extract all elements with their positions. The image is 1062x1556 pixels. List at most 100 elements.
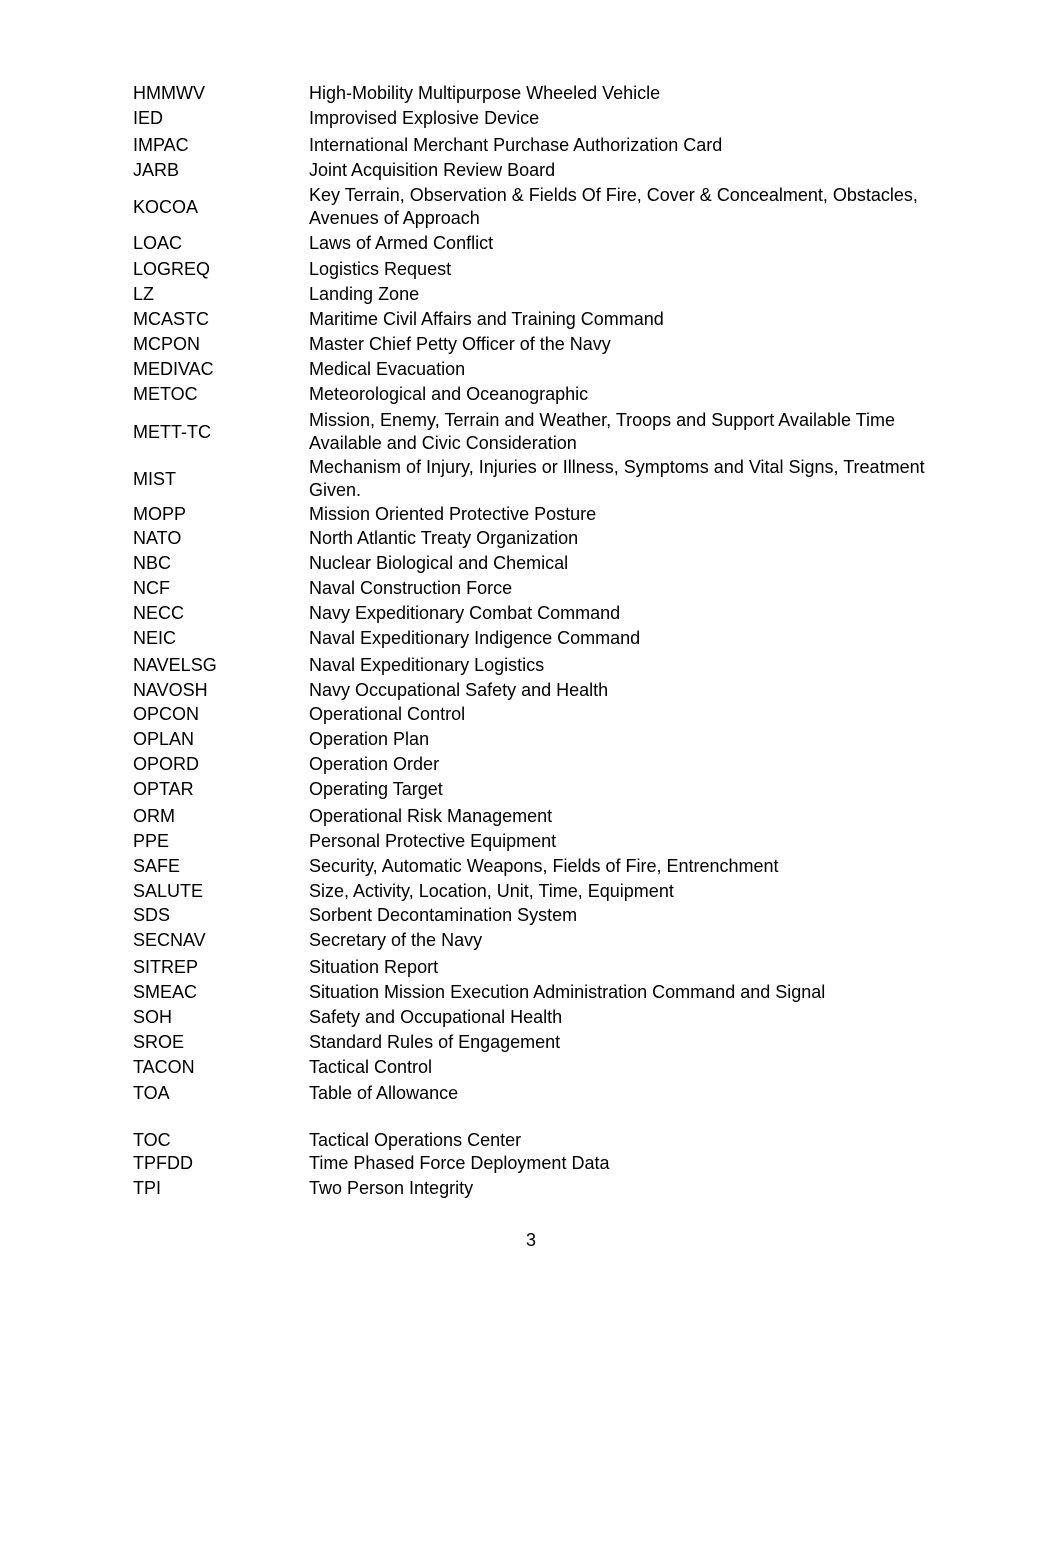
- acronym-definition: Situation Mission Execution Administrati…: [309, 981, 826, 1002]
- acronym-definition: Navy Occupational Safety and Health: [309, 679, 609, 700]
- acronym-definition: Laws of Armed Conflict: [309, 232, 494, 253]
- acronym-row: METOC Meteorological and Oceanographic: [133, 383, 963, 406]
- acronym-row: ORM Operational Risk Management: [133, 805, 963, 828]
- acronym-abbreviation: LOGREQ: [133, 258, 211, 279]
- acronym-abbreviation: ORM: [133, 805, 175, 826]
- acronym-abbreviation: LZ: [133, 283, 155, 304]
- acronym-definition: Nuclear Biological and Chemical: [309, 552, 569, 573]
- acronym-abbreviation: OPLAN: [133, 728, 195, 749]
- acronym-abbreviation: TOA: [133, 1082, 170, 1103]
- acronym-abbreviation: SITREP: [133, 956, 199, 977]
- acronym-row: SALUTE Size, Activity, Location, Unit, Ti…: [133, 880, 963, 903]
- acronym-definition: Two Person Integrity: [309, 1177, 474, 1198]
- page-number: 3: [525, 1230, 536, 1250]
- acronym-row: SECNAV Secretary of the Navy: [133, 929, 963, 952]
- acronym-row: MCASTC Maritime Civil Affairs and Trainin…: [133, 308, 963, 331]
- acronym-definition: Meteorological and Oceanographic: [309, 383, 589, 404]
- acronym-row: TPFDD Time Phased Force Deployment Data: [133, 1152, 963, 1175]
- acronym-abbreviation: MCPON: [133, 333, 200, 354]
- acronym-definition: Mission, Enemy, Terrain and Weather, Tro…: [309, 410, 895, 453]
- acronym-row: KOCOA Key Terrain, Observation & Fields O…: [133, 184, 963, 230]
- acronym-row: OPCON Operational Control: [133, 703, 963, 726]
- acronym-abbreviation: NBC: [133, 552, 172, 573]
- acronym-abbreviation: SOH: [133, 1006, 173, 1027]
- acronym-abbreviation: MCASTC: [133, 308, 209, 329]
- acronym-abbreviation: TOC: [133, 1129, 171, 1150]
- acronym-abbreviation: NAVOSH: [133, 679, 208, 700]
- acronym-row: TOC Tactical Operations Center: [133, 1129, 963, 1152]
- acronym-row: LOAC Laws of Armed Conflict: [133, 232, 963, 255]
- acronym-definition: Key Terrain, Observation & Fields Of Fir…: [309, 185, 918, 228]
- acronym-row: TOA Table of Allowance: [133, 1082, 963, 1105]
- acronym-definition: Size, Activity, Location, Unit, Time, Eq…: [309, 880, 674, 901]
- acronym-definition: Tactical Operations Center: [309, 1129, 522, 1150]
- acronym-definition: Mission Oriented Protective Posture: [309, 503, 597, 524]
- acronym-abbreviation: NECC: [133, 602, 185, 623]
- acronym-definition: Operational Risk Management: [309, 805, 553, 826]
- acronym-row: NBC Nuclear Biological and Chemical: [133, 552, 963, 575]
- acronym-definition: Operation Order: [309, 753, 440, 774]
- acronym-row: METT-TC Mission, Enemy, Terrain and Weath…: [133, 409, 963, 455]
- acronym-row: NECC Navy Expeditionary Combat Command: [133, 602, 963, 625]
- acronym-abbreviation: OPTAR: [133, 778, 194, 799]
- acronym-row: SOH Safety and Occupational Health: [133, 1006, 963, 1029]
- acronym-row: MCPON Master Chief Petty Officer of the N…: [133, 333, 963, 356]
- acronym-definition: Operating Target: [309, 778, 443, 799]
- acronym-abbreviation: PPE: [133, 830, 170, 851]
- acronym-row: SITREP Situation Report: [133, 956, 963, 979]
- acronym-row: NAVOSH Navy Occupational Safety and Healt…: [133, 679, 963, 702]
- acronym-definition: Operational Control: [309, 703, 466, 724]
- acronym-definition: Tactical Control: [309, 1056, 433, 1077]
- acronym-row: IED Improvised Explosive Device: [133, 107, 963, 130]
- acronym-definition: Improvised Explosive Device: [309, 107, 540, 128]
- acronym-abbreviation: TACON: [133, 1056, 195, 1077]
- acronym-abbreviation: SDS: [133, 904, 171, 925]
- acronym-row: OPTAR Operating Target: [133, 778, 963, 801]
- acronym-definition: Naval Construction Force: [309, 577, 513, 598]
- acronym-row: OPLAN Operation Plan: [133, 728, 963, 751]
- acronym-row: SROE Standard Rules of Engagement: [133, 1031, 963, 1054]
- acronym-definition: Table of Allowance: [309, 1082, 459, 1103]
- acronym-definition: Situation Report: [309, 956, 439, 977]
- acronym-row: SMEAC Situation Mission Execution Adminis…: [133, 981, 963, 1004]
- acronym-abbreviation: LOAC: [133, 232, 183, 253]
- acronym-abbreviation: OPORD: [133, 753, 200, 774]
- acronym-row: NAVELSG Naval Expeditionary Logistics: [133, 654, 963, 677]
- acronym-definition: International Merchant Purchase Authoriz…: [309, 134, 723, 155]
- acronym-abbreviation: SALUTE: [133, 880, 204, 901]
- acronym-row: PPE Personal Protective Equipment: [133, 830, 963, 853]
- acronym-abbreviation: JARB: [133, 159, 180, 180]
- acronym-abbreviation: SAFE: [133, 855, 181, 876]
- acronym-row: SAFE Security, Automatic Weapons, Fields …: [133, 855, 963, 878]
- acronym-definition: Standard Rules of Engagement: [309, 1031, 561, 1052]
- acronym-definition: Maritime Civil Affairs and Training Comm…: [309, 308, 664, 329]
- acronym-row: NCF Naval Construction Force: [133, 577, 963, 600]
- acronym-definition: North Atlantic Treaty Organization: [309, 527, 579, 548]
- acronym-row: MIST Mechanism of Injury, Injuries or Ill…: [133, 456, 963, 502]
- acronym-row: MEDIVAC Medical Evacuation: [133, 358, 963, 381]
- acronym-abbreviation: NATO: [133, 527, 182, 548]
- acronym-row: LZ Landing Zone: [133, 283, 963, 306]
- acronym-abbreviation: NAVELSG: [133, 654, 217, 675]
- acronym-definition: Naval Expeditionary Indigence Command: [309, 627, 641, 648]
- acronym-abbreviation: TPI: [133, 1177, 162, 1198]
- acronym-definition: Security, Automatic Weapons, Fields of F…: [309, 855, 779, 876]
- acronym-row: MOPP Mission Oriented Protective Posture: [133, 503, 963, 526]
- acronym-definition: Master Chief Petty Officer of the Navy: [309, 333, 611, 354]
- acronym-row: SDS Sorbent Decontamination System: [133, 904, 963, 927]
- acronym-definition: Operation Plan: [309, 728, 430, 749]
- acronym-abbreviation: MIST: [133, 468, 176, 489]
- acronym-abbreviation: KOCOA: [133, 196, 199, 217]
- acronym-abbreviation: MEDIVAC: [133, 358, 214, 379]
- acronym-definition: Safety and Occupational Health: [309, 1006, 563, 1027]
- acronym-abbreviation: SROE: [133, 1031, 185, 1052]
- acronym-row: JARB Joint Acquisition Review Board: [133, 159, 963, 182]
- acronym-row: OPORD Operation Order: [133, 753, 963, 776]
- acronym-row: LOGREQ Logistics Request: [133, 258, 963, 281]
- acronym-definition: Sorbent Decontamination System: [309, 904, 578, 925]
- acronym-abbreviation: NEIC: [133, 627, 177, 648]
- acronym-abbreviation: MOPP: [133, 503, 187, 524]
- acronym-abbreviation: METT-TC: [133, 421, 211, 442]
- acronym-definition: Personal Protective Equipment: [309, 830, 557, 851]
- acronym-abbreviation: IED: [133, 107, 164, 128]
